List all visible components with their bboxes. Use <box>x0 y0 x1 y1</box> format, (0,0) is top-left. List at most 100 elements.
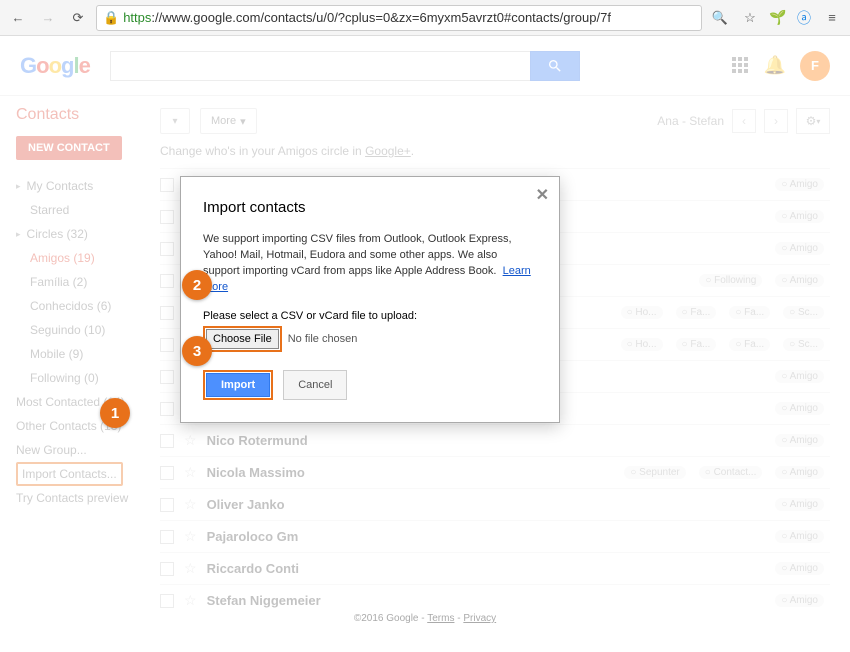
circle-tag[interactable]: ○ Following <box>699 274 762 287</box>
browser-toolbar: ← → ⟳ 🔒 https://www.google.com/contacts/… <box>0 0 850 36</box>
circle-tag[interactable]: ○ Amigo <box>775 242 824 255</box>
reload-button[interactable]: ⟳ <box>66 6 90 30</box>
star-icon[interactable]: ☆ <box>184 432 197 449</box>
circle-notice: Change who's in your Amigos circle in Go… <box>160 144 830 158</box>
sidebar-circle-item[interactable]: Mobile (9) <box>16 342 160 366</box>
next-page-button[interactable]: › <box>764 109 788 133</box>
contact-row[interactable]: ☆ Stefan Niggemeier ○ Amigo <box>160 584 830 616</box>
row-checkbox[interactable] <box>160 434 174 448</box>
extension-icon-1[interactable]: 🌱 <box>768 8 788 28</box>
contact-row[interactable]: ☆Pajaroloco Gm○ Amigo <box>160 520 830 552</box>
import-button[interactable]: Import <box>206 373 270 397</box>
sidebar-circle-item[interactable]: Following (0) <box>16 366 160 390</box>
star-icon[interactable]: ☆ <box>184 496 197 513</box>
row-checkbox[interactable] <box>160 210 174 224</box>
row-checkbox[interactable] <box>160 306 174 320</box>
privacy-link[interactable]: Privacy <box>463 613 496 624</box>
account-label: Ana - Stefan <box>657 114 724 128</box>
search-button[interactable] <box>530 51 580 81</box>
circle-tag[interactable]: ○ Amigo <box>775 530 824 543</box>
forward-button[interactable]: → <box>36 6 60 30</box>
star-icon[interactable]: ☆ <box>184 592 197 609</box>
contact-row[interactable]: ☆Nicola Massimo○ Sepunter○ Contact...○ A… <box>160 456 830 488</box>
circle-tag[interactable]: ○ Amigo <box>775 370 824 383</box>
row-checkbox[interactable] <box>160 178 174 192</box>
row-checkbox[interactable] <box>160 562 174 576</box>
terms-link[interactable]: Terms <box>427 613 454 624</box>
sidebar-my-contacts[interactable]: My Contacts <box>16 174 160 198</box>
circle-tag[interactable]: ○ Amigo <box>775 210 824 223</box>
sidebar-new-group[interactable]: New Group... <box>16 438 160 462</box>
circle-tag[interactable]: ○ Amigo <box>775 498 824 511</box>
circle-tag[interactable]: ○ Ho... <box>621 306 663 319</box>
address-bar[interactable]: 🔒 https://www.google.com/contacts/u/0/?c… <box>96 5 702 31</box>
circle-tag[interactable]: ○ Amigo <box>775 434 824 447</box>
extension-icon-2[interactable]: ⓐ <box>794 8 814 28</box>
circle-tag[interactable]: ○ Sc... <box>783 306 824 319</box>
star-icon[interactable]: ☆ <box>184 528 197 545</box>
circle-tag[interactable]: ○ Contact... <box>699 466 763 479</box>
search-input[interactable] <box>110 51 530 81</box>
select-all-checkbox[interactable]: ▾ <box>160 108 190 134</box>
google-logo[interactable]: Google <box>20 53 90 79</box>
callout-3: 3 <box>182 336 212 366</box>
contact-row[interactable]: ☆Nico Rotermund○ Amigo <box>160 424 830 456</box>
sidebar-other-contacts[interactable]: Other Contacts (13) <box>16 414 160 438</box>
back-button[interactable]: ← <box>6 6 30 30</box>
zoom-icon[interactable]: 🔍 <box>708 6 732 30</box>
circle-tag[interactable]: ○ Fa... <box>676 338 717 351</box>
row-checkbox[interactable] <box>160 466 174 480</box>
sidebar-import-contacts[interactable]: Import Contacts... <box>16 462 123 486</box>
sidebar-circles[interactable]: Circles (32) <box>16 222 160 246</box>
row-checkbox[interactable] <box>160 402 174 416</box>
notifications-icon[interactable]: 🔔 <box>764 55 786 76</box>
avatar[interactable]: F <box>800 51 830 81</box>
row-checkbox[interactable] <box>160 242 174 256</box>
contact-row[interactable]: ☆Riccardo Conti○ Amigo <box>160 552 830 584</box>
google-plus-link[interactable]: Google+ <box>365 144 411 158</box>
star-icon[interactable]: ☆ <box>184 560 197 577</box>
contact-name: Stefan Niggemeier <box>207 593 763 608</box>
circle-tag[interactable]: ○ Amigo <box>775 562 824 575</box>
circle-tag[interactable]: ○ Amigo <box>775 402 824 415</box>
contact-row[interactable]: ☆ Oliver Janko ○ Amigo <box>160 488 830 520</box>
close-icon[interactable]: ✕ <box>536 185 549 205</box>
new-contact-button[interactable]: NEW CONTACT <box>16 136 122 160</box>
choose-file-button[interactable]: Choose File <box>206 329 279 349</box>
row-checkbox[interactable] <box>160 370 174 384</box>
row-checkbox[interactable] <box>160 338 174 352</box>
row-checkbox[interactable] <box>160 498 174 512</box>
more-button[interactable]: More ▾ <box>200 108 257 134</box>
sidebar-circle-item[interactable]: Amigos (19) <box>16 246 160 270</box>
row-checkbox[interactable] <box>160 274 174 288</box>
sidebar-starred[interactable]: Starred <box>16 198 160 222</box>
star-icon[interactable]: ☆ <box>738 6 762 30</box>
circle-tag[interactable]: ○ Amigo <box>775 274 824 287</box>
circle-tag[interactable]: ○ Amigo <box>775 178 824 191</box>
dialog-body: We support importing CSV files from Outl… <box>203 232 537 296</box>
prev-page-button[interactable]: ‹ <box>732 109 756 133</box>
row-checkbox[interactable] <box>160 594 174 608</box>
circle-tag[interactable]: ○ Fa... <box>729 306 770 319</box>
sidebar-most-contacted[interactable]: Most Contacted (14) <box>16 390 160 414</box>
lock-icon: 🔒 <box>103 10 119 26</box>
circle-tag[interactable]: ○ Ho... <box>621 338 663 351</box>
sidebar-try-preview[interactable]: Try Contacts preview <box>16 486 160 510</box>
contact-name: Oliver Janko <box>207 497 763 512</box>
circle-tag[interactable]: ○ Fa... <box>676 306 717 319</box>
star-icon[interactable]: ☆ <box>184 464 197 481</box>
apps-icon[interactable] <box>732 57 750 75</box>
sidebar-circle-item[interactable]: Seguindo (10) <box>16 318 160 342</box>
circle-tag[interactable]: ○ Amigo <box>775 594 824 607</box>
sidebar-circle-item[interactable]: Conhecidos (6) <box>16 294 160 318</box>
settings-button[interactable]: ⚙▾ <box>796 108 830 134</box>
circle-tag[interactable]: ○ Fa... <box>729 338 770 351</box>
row-checkbox[interactable] <box>160 530 174 544</box>
cancel-button[interactable]: Cancel <box>283 370 347 400</box>
circle-tag[interactable]: ○ Amigo <box>775 466 824 479</box>
sidebar-circle-item[interactable]: Família (2) <box>16 270 160 294</box>
circle-tag[interactable]: ○ Sepunter <box>624 466 685 479</box>
sidebar: Contacts NEW CONTACT My Contacts Starred… <box>0 96 160 652</box>
browser-menu-icon[interactable]: ≡ <box>820 6 844 30</box>
circle-tag[interactable]: ○ Sc... <box>783 338 824 351</box>
